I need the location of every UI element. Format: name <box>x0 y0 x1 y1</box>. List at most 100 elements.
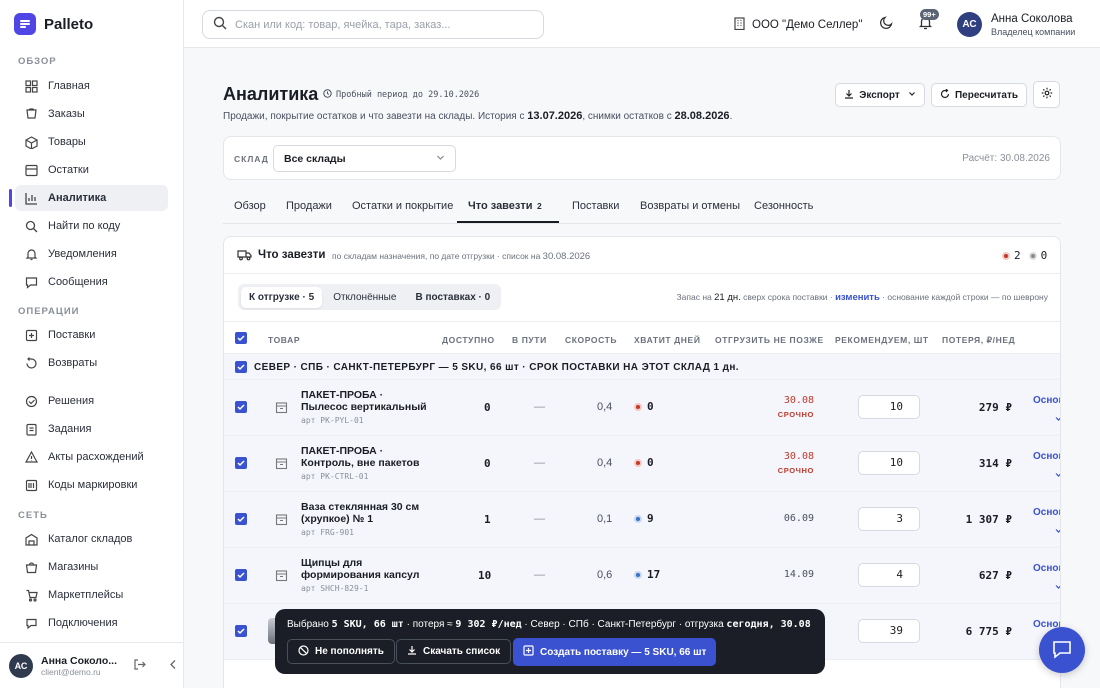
recommended-qty-input[interactable]: 3 <box>858 507 920 531</box>
group-checkbox[interactable] <box>235 361 247 373</box>
product-name[interactable]: Ваза стеклянная 30 см (хрупкое) № 1 <box>301 501 431 525</box>
row-checkbox[interactable] <box>235 625 247 637</box>
col-in-transit[interactable]: В ПУТИ <box>512 335 547 345</box>
speed-value: 0,4 <box>597 401 613 413</box>
theme-toggle-button[interactable] <box>876 14 896 34</box>
recommended-qty-input[interactable]: 39 <box>858 619 920 643</box>
table-row[interactable]: Ваза стеклянная 30 см (хрупкое) № 1 арт F… <box>224 492 1060 548</box>
sidebar-item-connections[interactable]: Подключения <box>15 610 168 636</box>
ship-date: сегодня, 30.08 <box>726 619 811 630</box>
segment-rejected[interactable]: Отклонённые <box>325 287 404 308</box>
table-row[interactable]: ПАКЕТ-ПРОБА · Контроль, вне пакетов арт P… <box>224 436 1060 492</box>
sidebar-item-products[interactable]: Товары <box>15 129 168 155</box>
avatar[interactable]: АС <box>9 653 33 678</box>
row-checkbox[interactable] <box>235 513 247 525</box>
col-days-left[interactable]: ХВАТИТ ДНЕЙ <box>634 335 701 345</box>
user-name: Анна Соколова <box>991 12 1073 25</box>
col-product[interactable]: ТОВАР <box>268 335 300 345</box>
search-input[interactable] <box>235 18 525 31</box>
tab-returns[interactable]: Возвраты и отмены <box>640 200 740 212</box>
sidebar-item-supplies[interactable]: Поставки <box>15 322 168 348</box>
sidebar-item-find-code[interactable]: Найти по коду <box>15 213 168 239</box>
section-title-network: СЕТЬ <box>18 510 48 521</box>
connections-icon <box>24 616 38 630</box>
change-stock-link[interactable]: изменить <box>835 292 880 303</box>
product-sku: арт SHCH-829-1 <box>301 584 369 593</box>
basis-link[interactable]: Основ <box>1033 395 1060 406</box>
product-name[interactable]: ПАКЕТ-ПРОБА · Контроль, вне пакетов <box>301 445 431 469</box>
create-supply-button[interactable]: Создать поставку — 5 SKU, 66 шт <box>513 638 717 666</box>
sidebar-item-home[interactable]: Главная <box>15 73 168 99</box>
sidebar-item-stores[interactable]: Магазины <box>15 554 168 580</box>
col-available[interactable]: ДОСТУПНО <box>442 335 495 345</box>
logout-icon[interactable] <box>133 658 146 674</box>
table-row[interactable]: Щипцы для формирования капсул арт SHCH-82… <box>224 548 1060 604</box>
sidebar-item-acts[interactable]: Акты расхождений <box>15 444 168 470</box>
col-speed[interactable]: СКОРОСТЬ <box>565 335 617 345</box>
card-desc-date: 30.08.2026 <box>542 251 591 262</box>
tab-stock-coverage[interactable]: Остатки и покрытие <box>352 200 453 212</box>
recommended-qty-input[interactable]: 4 <box>858 563 920 587</box>
product-name[interactable]: Щипцы для формирования капсул <box>301 557 431 581</box>
settings-button[interactable] <box>1033 81 1060 108</box>
chevron-down-icon[interactable] <box>1055 523 1060 537</box>
recommended-qty-input[interactable]: 10 <box>858 451 920 475</box>
ship-by-date: 14.09 <box>783 569 814 580</box>
user-email: client@demo.ru <box>41 666 101 677</box>
products-icon <box>24 135 38 149</box>
table-row[interactable]: ПАКЕТ-ПРОБА · Пылесос вертикальный арт PK… <box>224 380 1060 436</box>
row-checkbox[interactable] <box>235 457 247 469</box>
row-checkbox[interactable] <box>235 569 247 581</box>
header-user[interactable]: АС Анна Соколова Владелец компании <box>957 12 1075 37</box>
export-button[interactable]: Экспорт <box>835 83 925 107</box>
decision-icon <box>24 394 38 408</box>
col-recommended[interactable]: РЕКОМЕНДУЕМ, ШТ <box>835 335 929 345</box>
basis-link[interactable]: Основ <box>1033 563 1060 574</box>
brand[interactable]: Palleto <box>14 13 93 35</box>
download-list-button[interactable]: Скачать список <box>396 639 512 664</box>
collapse-sidebar-icon[interactable] <box>168 659 179 673</box>
available-value: 0 <box>484 401 491 414</box>
sidebar-item-label: Каталог складов <box>48 533 133 545</box>
chevron-down-icon[interactable] <box>1055 411 1060 425</box>
tab-seasonality[interactable]: Сезонность <box>754 200 813 212</box>
sidebar-item-tasks[interactable]: Задания <box>15 416 168 442</box>
product-name[interactable]: ПАКЕТ-ПРОБА · Пылесос вертикальный <box>301 389 431 413</box>
sidebar-item-label: Маркетплейсы <box>48 589 124 601</box>
org-switcher[interactable]: ООО "Демо Селлер" <box>733 17 862 33</box>
tab-what-to-ship[interactable]: Что завезти <box>468 200 533 212</box>
sidebar-item-analytics[interactable]: Аналитика <box>9 185 168 211</box>
sidebar-item-warehouses[interactable]: Каталог складов <box>15 526 168 552</box>
tab-overview[interactable]: Обзор <box>234 200 266 212</box>
chat-button[interactable] <box>1039 627 1085 673</box>
sidebar-item-barcodes[interactable]: Коды маркировки <box>15 472 168 498</box>
basis-link[interactable]: Основ <box>1033 507 1060 518</box>
active-tab-indicator <box>457 221 559 223</box>
recommended-qty-input[interactable]: 10 <box>858 395 920 419</box>
warehouse-select[interactable]: Все склады <box>273 145 456 172</box>
sidebar-item-messages[interactable]: Сообщения <box>15 269 168 295</box>
sidebar-item-stock[interactable]: Остатки <box>15 157 168 183</box>
col-loss[interactable]: ПОТЕРЯ, ₽/НЕД <box>942 335 1015 346</box>
recalculate-button[interactable]: Пересчитать <box>931 83 1027 107</box>
chevron-down-icon[interactable] <box>1055 579 1060 593</box>
sidebar-item-marketplaces[interactable]: Маркетплейсы <box>15 582 168 608</box>
loss-value: 6 775 ₽ <box>965 625 1012 638</box>
sidebar-item-decisions[interactable]: Решения <box>15 388 168 414</box>
segment-to-ship[interactable]: К отгрузке · 5 <box>241 286 323 308</box>
sidebar-item-returns[interactable]: Возвраты <box>15 350 168 376</box>
select-all-checkbox[interactable] <box>235 332 247 344</box>
search-box[interactable] <box>202 10 544 39</box>
moon-icon <box>879 15 894 33</box>
sidebar-item-orders[interactable]: Заказы <box>15 101 168 127</box>
col-ship-by[interactable]: ОТГРУЗИТЬ НЕ ПОЗЖЕ <box>715 335 824 345</box>
skip-replenish-button[interactable]: Не пополнять <box>287 639 395 664</box>
chevron-down-icon[interactable] <box>1055 467 1060 481</box>
tab-supplies[interactable]: Поставки <box>572 200 619 212</box>
sidebar-item-notifications[interactable]: Уведомления <box>15 241 168 267</box>
tab-sales[interactable]: Продажи <box>286 200 332 212</box>
row-checkbox[interactable] <box>235 401 247 413</box>
basis-link[interactable]: Основ <box>1033 451 1060 462</box>
segment-in-supplies[interactable]: В поставках · 0 <box>407 287 498 308</box>
section-title-overview: ОБЗОР <box>18 56 57 67</box>
